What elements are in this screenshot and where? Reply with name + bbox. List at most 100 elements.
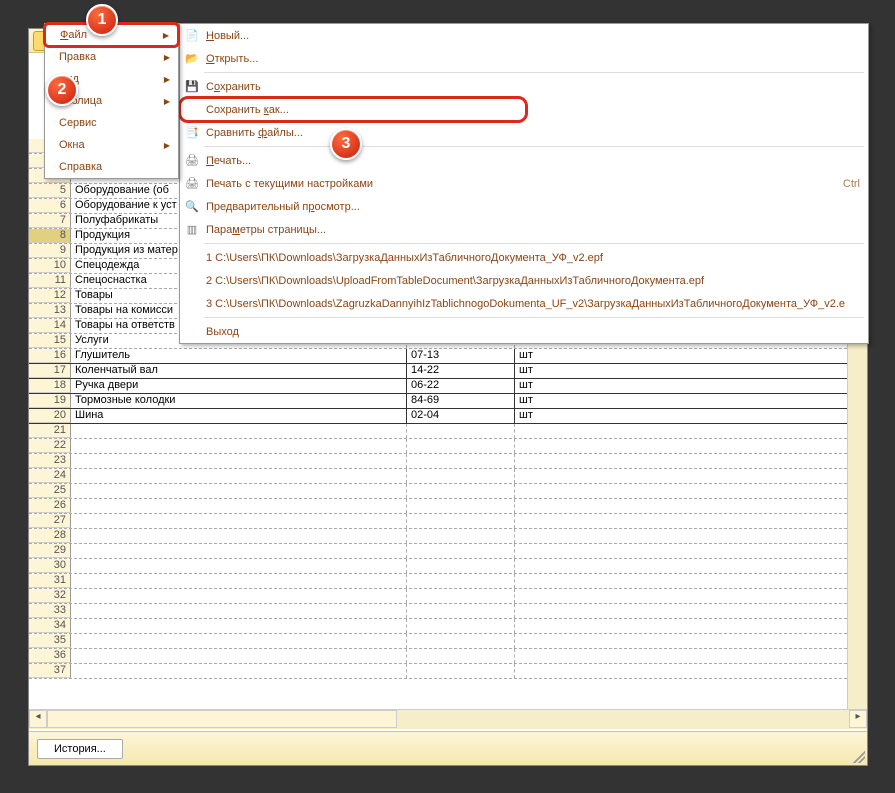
table-row[interactable]: 37 [29,664,847,679]
table-row[interactable]: 16Глушитель07-13шт [29,349,847,364]
row-header[interactable]: 37 [29,664,71,678]
cell[interactable] [515,439,847,453]
cell[interactable] [71,514,407,528]
cell[interactable] [71,454,407,468]
row-header[interactable]: 25 [29,484,71,498]
table-row[interactable]: 19Тормозные колодки84-69шт [29,394,847,409]
cell[interactable] [515,484,847,498]
cell[interactable]: 07-13 [407,349,515,363]
row-header[interactable]: 21 [29,424,71,438]
row-header[interactable]: 26 [29,499,71,513]
submenu-page-setup[interactable]: ▥Параметры страницы... [180,218,868,241]
submenu-recent-3[interactable]: 3 C:\Users\ПК\Downloads\ZagruzkaDannyihI… [180,292,868,315]
table-row[interactable]: 21 [29,424,847,439]
menu-edit[interactable]: Правка▶ [45,46,178,68]
row-header[interactable]: 8 [29,229,71,243]
cell[interactable]: шт [515,394,847,408]
horizontal-scrollbar[interactable]: ◂ ▸ [29,709,867,729]
row-header[interactable]: 9 [29,244,71,258]
scroll-right-button[interactable]: ▸ [849,710,867,728]
cell[interactable] [407,634,515,648]
cell[interactable]: шт [515,364,847,378]
cell[interactable] [515,514,847,528]
cell[interactable] [71,529,407,543]
cell[interactable] [71,424,407,438]
cell[interactable] [515,499,847,513]
cell[interactable] [71,649,407,663]
cell[interactable] [515,664,847,678]
cell[interactable] [407,529,515,543]
menu-service[interactable]: Сервис [45,112,178,134]
row-header[interactable]: 14 [29,319,71,333]
submenu-open[interactable]: 📂Открыть... [180,47,868,70]
cell[interactable] [407,499,515,513]
cell[interactable] [407,649,515,663]
table-row[interactable]: 28 [29,529,847,544]
row-header[interactable]: 34 [29,619,71,633]
cell[interactable] [515,649,847,663]
cell[interactable] [407,469,515,483]
row-header[interactable]: 17 [29,364,71,378]
submenu-print[interactable]: 🖨Печать... [180,149,868,172]
cell[interactable] [71,484,407,498]
row-header[interactable]: 12 [29,289,71,303]
cell[interactable] [515,589,847,603]
cell[interactable] [407,514,515,528]
row-header[interactable]: 29 [29,544,71,558]
table-row[interactable]: 26 [29,499,847,514]
cell[interactable]: шт [515,409,847,423]
cell[interactable] [71,634,407,648]
cell[interactable]: 06-22 [407,379,515,393]
row-header[interactable]: 33 [29,604,71,618]
row-header[interactable]: 30 [29,559,71,573]
cell[interactable]: 14-22 [407,364,515,378]
table-row[interactable]: 17Коленчатый вал14-22шт [29,364,847,379]
row-header[interactable]: 16 [29,349,71,363]
row-header[interactable]: 18 [29,379,71,393]
cell[interactable] [407,574,515,588]
submenu-exit[interactable]: Выход [180,320,868,343]
menu-windows[interactable]: Окна▶ [45,134,178,156]
cell[interactable] [515,604,847,618]
scroll-left-button[interactable]: ◂ [29,710,47,728]
row-header[interactable]: 20 [29,409,71,423]
row-header[interactable]: 32 [29,589,71,603]
cell[interactable] [407,559,515,573]
cell[interactable]: шт [515,349,847,363]
table-row[interactable]: 29 [29,544,847,559]
cell[interactable] [407,664,515,678]
cell[interactable] [71,559,407,573]
cell[interactable] [407,604,515,618]
row-header[interactable]: 22 [29,439,71,453]
table-row[interactable]: 23 [29,454,847,469]
row-header[interactable]: 24 [29,469,71,483]
row-header[interactable]: 13 [29,304,71,318]
cell[interactable] [71,574,407,588]
table-row[interactable]: 33 [29,604,847,619]
submenu-save[interactable]: 💾Сохранить [180,75,868,98]
cell[interactable]: 02-04 [407,409,515,423]
cell[interactable] [71,469,407,483]
cell[interactable] [71,664,407,678]
submenu-preview[interactable]: 🔍Предварительный просмотр... [180,195,868,218]
row-header[interactable]: 23 [29,454,71,468]
submenu-recent-2[interactable]: 2 C:\Users\ПК\Downloads\UploadFromTableD… [180,269,868,292]
table-row[interactable]: 25 [29,484,847,499]
row-header[interactable]: 7 [29,214,71,228]
row-header[interactable]: 28 [29,529,71,543]
row-header[interactable]: 10 [29,259,71,273]
submenu-recent-1[interactable]: 1 C:\Users\ПК\Downloads\ЗагрузкаДанныхИз… [180,246,868,269]
cell[interactable] [515,559,847,573]
table-row[interactable]: 24 [29,469,847,484]
cell[interactable] [515,544,847,558]
cell[interactable] [407,484,515,498]
table-row[interactable]: 31 [29,574,847,589]
cell[interactable] [407,424,515,438]
row-header[interactable]: 36 [29,649,71,663]
cell[interactable]: 84-69 [407,394,515,408]
cell[interactable]: Ручка двери [71,379,407,393]
row-header[interactable]: 15 [29,334,71,348]
cell[interactable] [71,619,407,633]
cell[interactable]: шт [515,379,847,393]
history-button[interactable]: История... [37,739,123,759]
